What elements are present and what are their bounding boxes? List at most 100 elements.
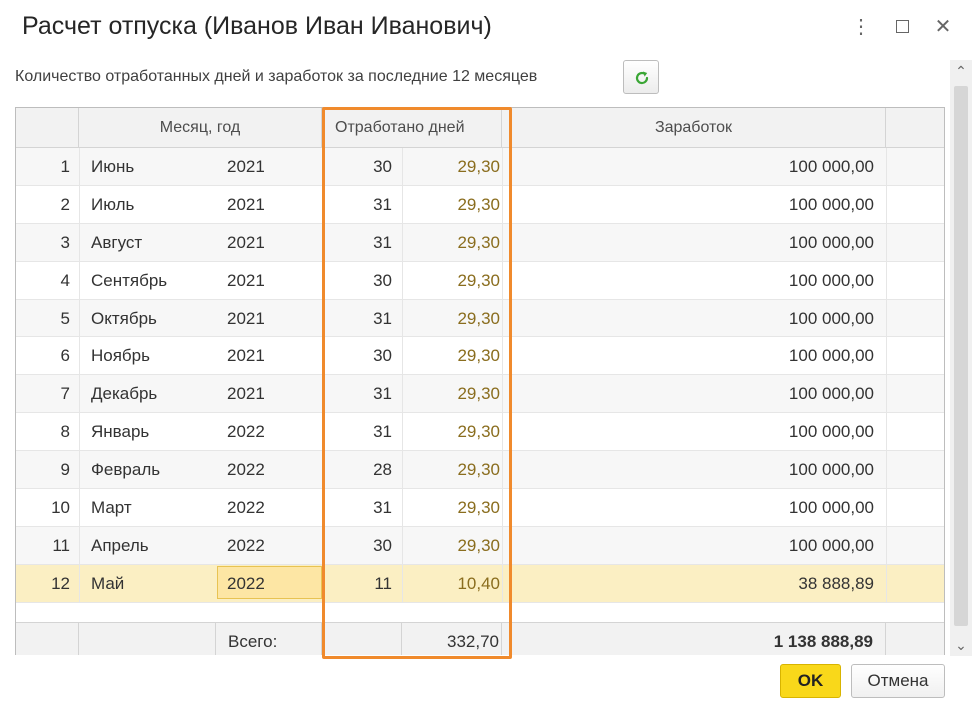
footer-extra [886,623,944,655]
table-row[interactable]: 9 Февраль 2022 28 29,30 100 000,00 [16,451,944,490]
column-divider [502,526,503,564]
row-year: 2022 [227,422,265,442]
row-month: Июль [91,194,135,214]
table-row[interactable]: 12 Май 2022 11 10,40 38 888,89 [16,564,944,603]
row-year: 2022 [227,573,265,593]
column-divider [886,526,887,564]
table-row[interactable]: 5 Октябрь 2021 31 29,30 100 000,00 [16,299,944,338]
column-divider [502,299,503,337]
column-divider [886,413,887,451]
row-month: Май [91,573,125,593]
column-divider [886,337,887,375]
scroll-up-icon[interactable]: ⌃ [950,60,972,82]
row-calendar-days: 30 [373,346,392,366]
table-row[interactable]: 8 Январь 2022 31 29,30 100 000,00 [16,413,944,452]
row-year: 2022 [227,535,265,555]
column-divider [502,337,503,375]
column-divider [79,223,80,261]
row-earnings: 38 888,89 [798,573,874,593]
row-month: Ноябрь [91,346,150,366]
scroll-down-icon[interactable]: ⌄ [950,634,972,656]
close-icon[interactable]: ✕ [930,14,956,40]
column-divider [79,185,80,223]
column-divider [886,223,887,261]
row-year: 2021 [227,194,265,214]
column-divider [502,451,503,489]
column-divider [886,261,887,299]
column-divider [402,299,403,337]
scrollbar-thumb[interactable] [954,86,968,626]
refresh-icon [635,71,649,85]
ok-button[interactable]: OK [780,664,841,698]
column-divider [322,185,323,223]
header-earnings[interactable]: Заработок [502,108,886,148]
row-days-worked: 29,30 [457,194,500,214]
table-header: Месяц, год Отработано дней Заработок [16,108,944,148]
row-calendar-days: 31 [373,498,392,518]
column-divider [322,375,323,413]
header-days-worked[interactable]: Отработано дней [322,108,502,148]
row-calendar-days: 31 [373,232,392,252]
column-divider [79,375,80,413]
column-divider [322,564,323,602]
row-month: Февраль [91,460,161,480]
row-days-worked: 29,30 [457,535,500,555]
section-caption: Количество отработанных дней и заработок… [15,68,538,85]
row-earnings: 100 000,00 [788,308,874,328]
footer-calendar [322,623,402,655]
column-divider [322,526,323,564]
column-divider [79,337,80,375]
column-divider [322,489,323,527]
table-row[interactable]: 4 Сентябрь 2021 30 29,30 100 000,00 [16,261,944,300]
total-worked: 332,70 [402,623,502,655]
refresh-button[interactable] [623,60,659,94]
maximize-icon[interactable] [889,14,915,40]
row-year: 2021 [227,232,265,252]
table-row[interactable]: 3 Август 2021 31 29,30 100 000,00 [16,223,944,262]
row-days-worked: 29,30 [457,460,500,480]
table-row[interactable]: 1 Июнь 2021 30 29,30 100 000,00 [16,148,944,186]
column-divider [322,148,323,185]
earnings-table: Месяц, год Отработано дней Заработок 1 Ию… [15,107,945,655]
header-month-year[interactable]: Месяц, год [79,108,322,148]
row-number: 1 [60,157,70,176]
column-divider [322,451,323,489]
column-divider [79,413,80,451]
table-row[interactable]: 11 Апрель 2022 30 29,30 100 000,00 [16,526,944,565]
column-divider [502,413,503,451]
total-label: Всего: [216,623,322,655]
row-calendar-days: 31 [373,194,392,214]
table-row[interactable]: 7 Декабрь 2021 31 29,30 100 000,00 [16,375,944,414]
row-month: Октябрь [91,308,157,328]
column-divider [402,337,403,375]
column-divider [886,451,887,489]
row-calendar-days: 30 [373,157,392,176]
row-number: 2 [60,194,70,214]
column-divider [79,261,80,299]
header-number [16,108,79,148]
more-actions-icon[interactable]: ⋮ [848,14,874,40]
vertical-scrollbar[interactable]: ⌃ ⌄ [950,60,972,656]
row-earnings: 100 000,00 [788,157,874,176]
row-number: 3 [60,232,70,252]
column-divider [79,451,80,489]
row-earnings: 100 000,00 [788,346,874,366]
table-row[interactable]: 6 Ноябрь 2021 30 29,30 100 000,00 [16,337,944,376]
row-earnings: 100 000,00 [788,194,874,214]
table-row[interactable]: 2 Июль 2021 31 29,30 100 000,00 [16,185,944,224]
row-month: Июнь [91,157,135,176]
header-extra [886,108,944,148]
column-divider [502,375,503,413]
column-divider [79,564,80,602]
column-divider [402,489,403,527]
row-year: 2021 [227,270,265,290]
column-divider [79,299,80,337]
table-row[interactable]: 10 Март 2022 31 29,30 100 000,00 [16,489,944,527]
column-divider [322,299,323,337]
cancel-button[interactable]: Отмена [851,664,945,698]
column-divider [402,451,403,489]
row-number: 12 [51,573,70,593]
row-earnings: 100 000,00 [788,422,874,442]
row-year: 2021 [227,384,265,404]
column-divider [886,375,887,413]
